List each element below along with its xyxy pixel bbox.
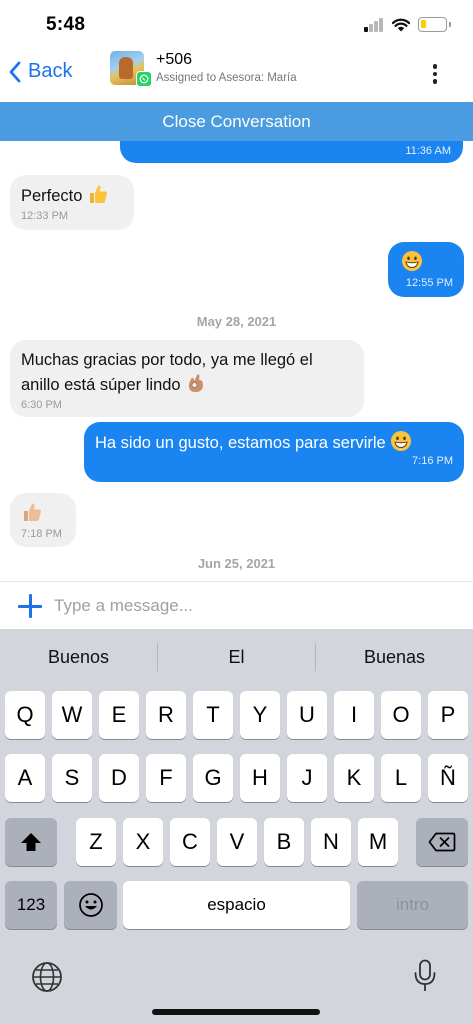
home-indicator[interactable] bbox=[152, 1009, 320, 1015]
key-k[interactable]: K bbox=[334, 754, 374, 802]
key-a[interactable]: A bbox=[5, 754, 45, 802]
more-options-icon[interactable] bbox=[429, 64, 441, 88]
suggestion-item[interactable]: Buenos bbox=[0, 647, 157, 668]
message-time: 12:33 PM bbox=[21, 210, 69, 222]
key-d[interactable]: D bbox=[99, 754, 139, 802]
key-m[interactable]: M bbox=[358, 818, 398, 866]
battery-icon bbox=[418, 17, 451, 32]
backspace-icon bbox=[428, 832, 456, 852]
key-i[interactable]: I bbox=[334, 691, 374, 739]
backspace-key[interactable] bbox=[416, 818, 468, 866]
key-w[interactable]: W bbox=[52, 691, 92, 739]
back-label: Back bbox=[28, 60, 73, 82]
message-bubble-incoming[interactable]: Muchas gracias por todo, ya me llegó el … bbox=[10, 340, 364, 417]
key-p[interactable]: P bbox=[428, 691, 468, 739]
message-bubble-outgoing[interactable]: 12:55 PM bbox=[388, 242, 464, 297]
numbers-key[interactable]: 123 bbox=[5, 881, 57, 929]
add-attachment-icon[interactable] bbox=[18, 594, 42, 618]
key-c[interactable]: C bbox=[170, 818, 210, 866]
conversation-header: Back +506 Assigned to Asesora: María bbox=[0, 48, 473, 102]
key-b[interactable]: B bbox=[264, 818, 304, 866]
key-e[interactable]: E bbox=[99, 691, 139, 739]
key-s[interactable]: S bbox=[52, 754, 92, 802]
message-time: 12:55 PM bbox=[405, 277, 453, 289]
message-time: 7:16 PM bbox=[412, 455, 453, 467]
back-button[interactable]: Back bbox=[8, 60, 72, 83]
assigned-agent-text: Assigned to Asesora: María bbox=[156, 72, 297, 84]
key-t[interactable]: T bbox=[193, 691, 233, 739]
message-input[interactable] bbox=[54, 590, 454, 622]
wifi-icon bbox=[391, 18, 411, 32]
suggestion-item[interactable]: El bbox=[158, 647, 315, 668]
ok-hand-emoji-icon bbox=[189, 374, 204, 392]
suggestion-item[interactable]: Buenas bbox=[316, 647, 473, 668]
status-time: 5:48 bbox=[46, 14, 86, 35]
key-x[interactable]: X bbox=[123, 818, 163, 866]
message-text: Ha sido un gusto, estamos para servirle bbox=[95, 434, 386, 452]
chevron-left-icon bbox=[9, 61, 21, 82]
key-q[interactable]: Q bbox=[5, 691, 45, 739]
message-time: 6:30 PM bbox=[21, 399, 62, 411]
date-separator: May 28, 2021 bbox=[196, 314, 277, 329]
key-h[interactable]: H bbox=[240, 754, 280, 802]
message-text: Muchas gracias por todo, ya me llegó el bbox=[21, 351, 313, 369]
globe-icon[interactable] bbox=[31, 961, 63, 993]
thumbs-up-emoji-icon bbox=[90, 185, 108, 203]
key-j[interactable]: J bbox=[287, 754, 327, 802]
smiley-face-icon bbox=[78, 893, 103, 917]
return-key[interactable]: intro bbox=[357, 881, 468, 929]
message-bubble-incoming[interactable]: Perfecto 12:33 PM bbox=[10, 175, 134, 230]
whatsapp-icon bbox=[136, 71, 152, 87]
key-z[interactable]: Z bbox=[76, 818, 116, 866]
key-o[interactable]: O bbox=[381, 691, 421, 739]
message-text: Perfecto bbox=[21, 187, 83, 205]
message-bubble-outgoing[interactable]: 11:36 AM bbox=[120, 141, 463, 163]
contact-name[interactable]: +506 bbox=[156, 51, 192, 69]
thumbs-up-emoji-icon bbox=[24, 503, 41, 521]
key-g[interactable]: G bbox=[193, 754, 233, 802]
grinning-face-emoji-icon bbox=[391, 431, 412, 451]
message-bubble-outgoing[interactable]: Ha sido un gusto, estamos para servirle … bbox=[84, 422, 464, 482]
message-time: 11:36 AM bbox=[405, 145, 451, 157]
key-u[interactable]: U bbox=[287, 691, 327, 739]
key-enye[interactable]: Ñ bbox=[428, 754, 468, 802]
onscreen-keyboard: Buenos El Buenas Q W E R T Y U I O P A S… bbox=[0, 629, 473, 1024]
key-r[interactable]: R bbox=[146, 691, 186, 739]
cellular-signal-icon bbox=[364, 18, 384, 32]
key-l[interactable]: L bbox=[381, 754, 421, 802]
message-list[interactable]: 11:36 AM Perfecto 12:33 PM 12:55 PM May … bbox=[0, 141, 473, 581]
close-conversation-button[interactable]: Close Conversation bbox=[0, 102, 473, 141]
status-bar: 5:48 bbox=[0, 0, 473, 48]
microphone-icon[interactable] bbox=[413, 959, 437, 993]
shift-arrow-icon bbox=[21, 833, 41, 851]
message-bubble-incoming[interactable]: 7:18 PM bbox=[10, 493, 76, 547]
grinning-face-emoji-icon bbox=[402, 251, 422, 271]
message-time: 7:18 PM bbox=[21, 528, 62, 540]
shift-key[interactable] bbox=[5, 818, 57, 866]
message-text: anillo está súper lindo bbox=[21, 376, 181, 394]
keyboard-suggestions: Buenos El Buenas bbox=[0, 629, 473, 685]
key-v[interactable]: V bbox=[217, 818, 257, 866]
key-f[interactable]: F bbox=[146, 754, 186, 802]
message-composer bbox=[0, 581, 473, 629]
space-key[interactable]: espacio bbox=[123, 881, 350, 929]
key-n[interactable]: N bbox=[311, 818, 351, 866]
key-y[interactable]: Y bbox=[240, 691, 280, 739]
emoji-key[interactable] bbox=[64, 881, 117, 929]
date-separator: Jun 25, 2021 bbox=[197, 556, 276, 571]
